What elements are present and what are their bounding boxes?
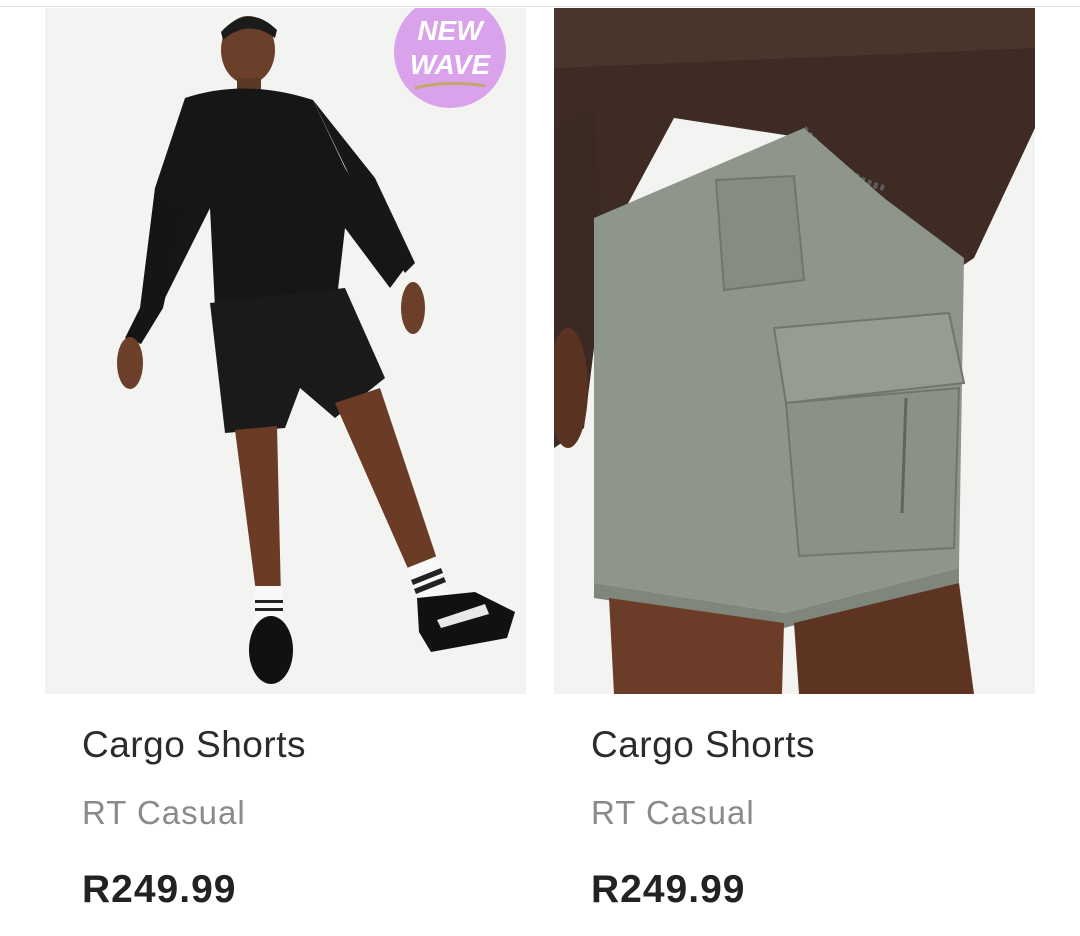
product-card[interactable]: NEW WAVE Cargo Shorts RT Casual R249.99 <box>45 0 526 936</box>
product-price: R249.99 <box>591 868 746 911</box>
product-title[interactable]: Cargo Shorts <box>591 724 815 766</box>
product-grid: NEW WAVE Cargo Shorts RT Casual R249.99 <box>0 0 1080 936</box>
product-card[interactable]: Cargo Shorts RT Casual R249.99 <box>554 0 1035 936</box>
grey-cargo-shorts-image <box>554 8 1035 694</box>
product-image[interactable] <box>554 8 1035 694</box>
new-wave-badge: NEW WAVE <box>393 8 507 112</box>
product-price: R249.99 <box>82 868 237 911</box>
product-brand: RT Casual <box>591 794 755 831</box>
badge-line2: WAVE <box>410 49 492 80</box>
product-image[interactable]: NEW WAVE <box>45 8 526 694</box>
product-title[interactable]: Cargo Shorts <box>82 724 306 766</box>
badge-line1: NEW <box>417 15 485 46</box>
product-brand: RT Casual <box>82 794 246 831</box>
